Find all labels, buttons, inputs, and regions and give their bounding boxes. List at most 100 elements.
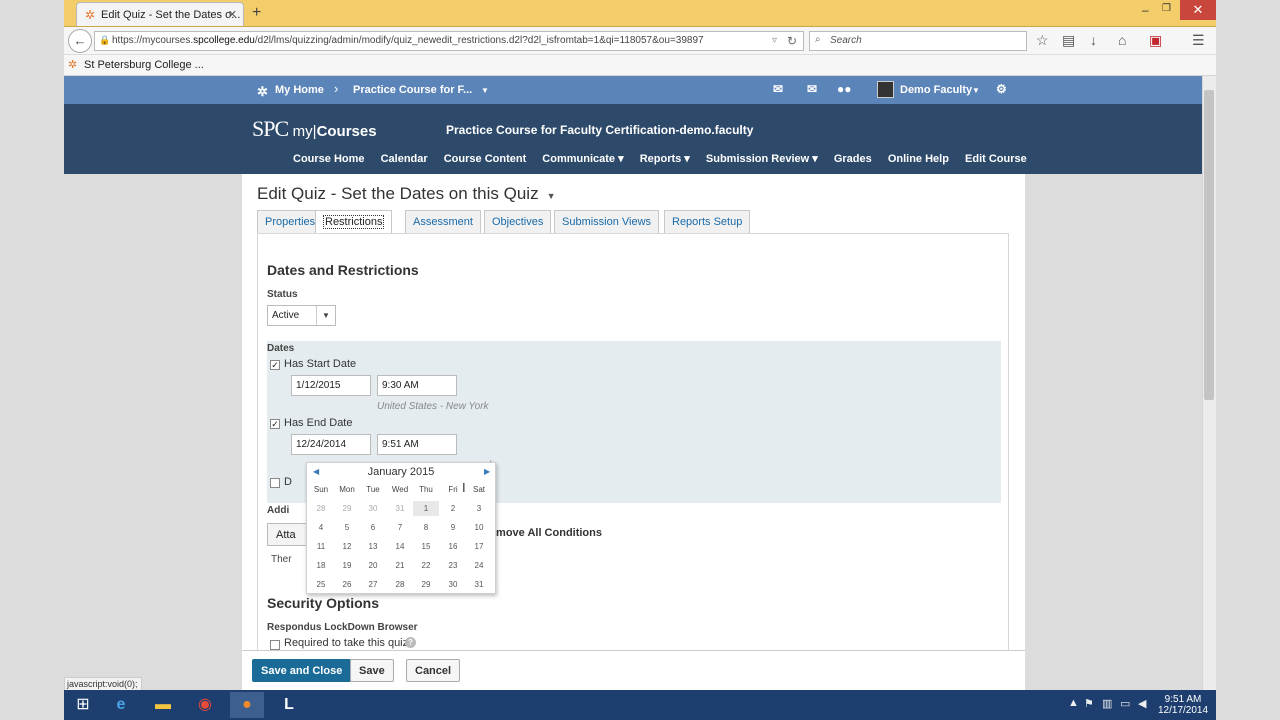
internet-explorer-icon[interactable]: e xyxy=(104,692,138,718)
tab-restrictions[interactable]: Restrictions xyxy=(315,210,393,234)
calendar-day-cell[interactable]: 29 xyxy=(334,501,360,516)
calendar-day-cell[interactable]: 3 xyxy=(466,501,492,516)
calendar-day-cell[interactable]: 21 xyxy=(387,558,413,573)
window-close-icon[interactable]: ✕ xyxy=(1180,0,1216,20)
calendar-day-cell[interactable]: 2 xyxy=(440,501,466,516)
tray-overflow-icon[interactable]: ▲ xyxy=(1068,697,1079,709)
search-input[interactable]: ⌕ Search xyxy=(809,31,1027,51)
save-button[interactable]: Save xyxy=(350,659,394,682)
has-end-date-checkbox[interactable]: ✓ xyxy=(270,419,280,429)
reload-icon[interactable]: ↻ xyxy=(787,34,797,48)
calendar-day-cell[interactable]: 25 xyxy=(308,577,334,592)
back-arrow-icon[interactable]: ← xyxy=(68,29,92,53)
settings-gear-icon[interactable]: ⚙ xyxy=(996,82,1007,96)
help-icon[interactable]: ? xyxy=(405,637,416,648)
minimize-icon[interactable]: – xyxy=(1142,3,1149,17)
subscription-alert-icon[interactable]: ✉ xyxy=(807,82,817,96)
close-tab-icon[interactable]: ✕ xyxy=(228,8,237,21)
cancel-button[interactable]: Cancel xyxy=(406,659,461,682)
calendar-day-cell[interactable]: 16 xyxy=(440,539,466,554)
nav-grades[interactable]: Grades xyxy=(834,153,872,165)
status-select[interactable]: Active ▼ xyxy=(267,305,336,326)
calendar-day-cell[interactable]: 12 xyxy=(334,539,360,554)
calendar-day-cell[interactable]: 15 xyxy=(413,539,439,554)
nav-submission-review[interactable]: Submission Review ▾ xyxy=(706,153,818,165)
calendar-day-cell[interactable]: 29 xyxy=(413,577,439,592)
scrollbar-thumb[interactable] xyxy=(1204,90,1214,400)
message-alert-icon[interactable]: ✉ xyxy=(773,82,783,96)
calendar-day-cell[interactable]: 17 xyxy=(466,539,492,554)
lync-icon[interactable]: L xyxy=(272,692,306,718)
calendar-day-cell[interactable]: 9 xyxy=(440,520,466,535)
chevron-down-icon[interactable]: ▼ xyxy=(972,86,980,95)
nav-course-home[interactable]: Course Home xyxy=(293,153,365,165)
calendar-day-cell[interactable]: 8 xyxy=(413,520,439,535)
has-start-date-checkbox[interactable]: ✓ xyxy=(270,360,280,370)
download-icon[interactable]: ↓ xyxy=(1090,32,1097,48)
calendar-day-cell[interactable]: 4 xyxy=(308,520,334,535)
calendar-day-cell[interactable]: 31 xyxy=(387,501,413,516)
browser-tab[interactable]: ✲ Edit Quiz - Set the Dates o... ✕ xyxy=(76,2,244,26)
calendar-day-cell[interactable]: 1 xyxy=(413,501,439,516)
calendar-day-cell[interactable]: 27 xyxy=(360,577,386,592)
tab-properties[interactable]: Properties xyxy=(257,210,324,233)
file-explorer-icon[interactable]: ▬ xyxy=(146,692,180,718)
spc-mycourses-logo[interactable]: SPC my|Courses xyxy=(252,116,377,142)
calendar-day-cell[interactable]: 30 xyxy=(440,577,466,592)
tab-submission-views[interactable]: Submission Views xyxy=(554,210,660,233)
chrome-icon[interactable]: ◉ xyxy=(188,692,222,718)
nav-communicate[interactable]: Communicate ▾ xyxy=(542,153,623,165)
calendar-day-cell[interactable]: 28 xyxy=(308,501,334,516)
update-alert-icon[interactable]: ●● xyxy=(837,82,852,96)
firefox-icon[interactable]: ● xyxy=(230,692,264,718)
nav-online-help[interactable]: Online Help xyxy=(888,153,949,165)
calendar-day-cell[interactable]: 5 xyxy=(334,520,360,535)
nav-calendar[interactable]: Calendar xyxy=(381,153,428,165)
calendar-day-cell[interactable]: 20 xyxy=(360,558,386,573)
restore-icon[interactable]: ❐ xyxy=(1162,3,1171,14)
calendar-day-cell[interactable]: 11 xyxy=(308,539,334,554)
lockdown-required-checkbox[interactable] xyxy=(270,640,280,650)
nav-edit-course[interactable]: Edit Course xyxy=(965,153,1027,165)
course-selector[interactable]: Practice Course for F... xyxy=(353,84,472,96)
calendar-day-cell[interactable]: 14 xyxy=(387,539,413,554)
calendar-day-cell[interactable]: 19 xyxy=(334,558,360,573)
bookmark-item[interactable]: St Petersburg College ... xyxy=(84,59,204,71)
calendar-day-cell[interactable]: 26 xyxy=(334,577,360,592)
calendar-day-cell[interactable]: 10 xyxy=(466,520,492,535)
user-menu[interactable]: Demo Faculty xyxy=(900,84,972,96)
network-icon[interactable]: ▥ xyxy=(1102,697,1112,710)
windows-start-icon[interactable]: ⊞ xyxy=(66,692,100,718)
next-month-icon[interactable]: ▶ xyxy=(484,467,490,476)
calendar-day-cell[interactable]: 24 xyxy=(466,558,492,573)
nav-course-content[interactable]: Course Content xyxy=(444,153,527,165)
nav-reports[interactable]: Reports ▾ xyxy=(640,153,690,165)
title-context-menu-icon[interactable]: ▼ xyxy=(547,191,556,201)
volume-icon[interactable]: ◀ xyxy=(1138,697,1146,710)
system-clock[interactable]: 9:51 AM 12/17/2014 xyxy=(1158,694,1208,716)
display-icon[interactable]: ▭ xyxy=(1120,697,1130,710)
save-and-close-button[interactable]: Save and Close xyxy=(252,659,352,682)
url-dropdown-icon[interactable]: ▿ xyxy=(772,35,777,46)
start-date-input[interactable]: 1/12/2015 xyxy=(291,375,371,396)
calendar-day-cell[interactable]: 30 xyxy=(360,501,386,516)
bookmark-star-icon[interactable]: ☆ xyxy=(1036,32,1049,49)
calendar-day-cell[interactable]: 13 xyxy=(360,539,386,554)
end-time-input[interactable]: 9:51 AM xyxy=(377,434,457,455)
tab-reports-setup[interactable]: Reports Setup xyxy=(664,210,751,233)
calendar-day-cell[interactable]: 22 xyxy=(413,558,439,573)
calendar-day-cell[interactable]: 23 xyxy=(440,558,466,573)
attach-condition-button[interactable]: Atta xyxy=(267,523,307,546)
start-time-input[interactable]: 9:30 AM xyxy=(377,375,457,396)
menu-icon[interactable]: ☰ xyxy=(1192,32,1205,49)
new-tab-icon[interactable]: + xyxy=(252,4,261,22)
chevron-down-icon[interactable]: ▼ xyxy=(481,86,489,95)
tab-assessment[interactable]: Assessment xyxy=(405,210,481,233)
calendar-day-cell[interactable]: 7 xyxy=(387,520,413,535)
avatar[interactable] xyxy=(877,81,894,98)
addon-icon[interactable]: ▣ xyxy=(1149,32,1162,49)
url-bar[interactable]: 🔒 https://mycourses.spcollege.edu/d2l/lm… xyxy=(94,31,804,51)
calendar-day-cell[interactable]: 18 xyxy=(308,558,334,573)
calendar-day-cell[interactable]: 6 xyxy=(360,520,386,535)
flag-icon[interactable]: ⚑ xyxy=(1084,697,1094,710)
